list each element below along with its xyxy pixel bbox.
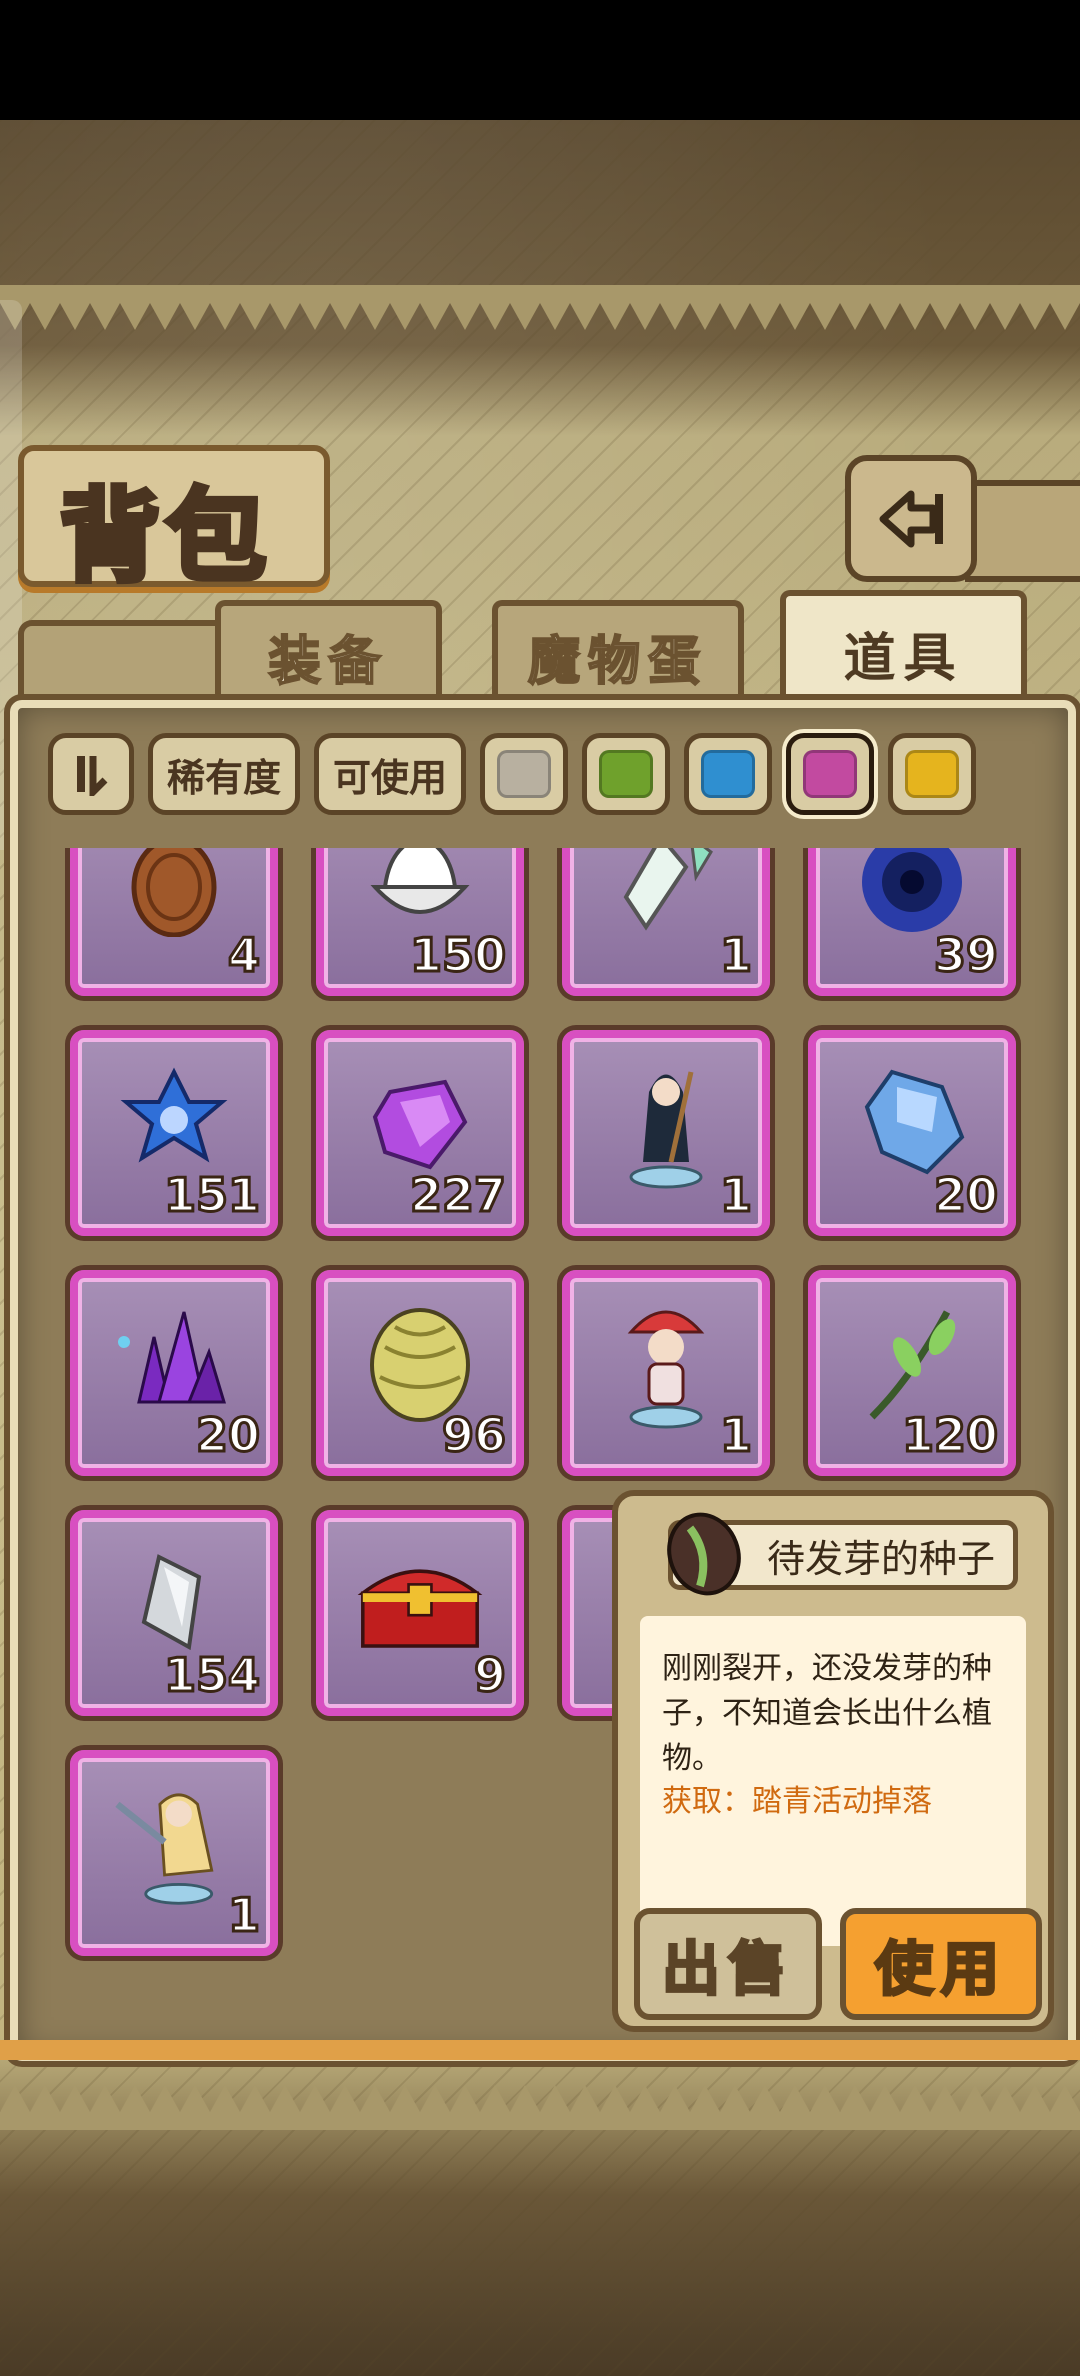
item-count: 4	[226, 927, 261, 984]
swatch-color	[497, 750, 552, 798]
use-button[interactable]: 使用	[840, 1908, 1042, 2020]
rainbow-crystal-icon	[600, 848, 732, 948]
usable-label: 可使用	[333, 755, 448, 800]
item-slot[interactable]: 96	[316, 1270, 524, 1476]
item-slot[interactable]: 39	[808, 848, 1016, 996]
item-slot[interactable]: 150	[316, 848, 524, 996]
item-slot[interactable]: 1	[562, 848, 770, 996]
item-detail-popup: 待发芽的种子 刚刚裂开，还没发芽的种子，不知道会长出什么植物。 获取：踏青活动掉…	[612, 1490, 1054, 2032]
seed-icon	[660, 1508, 748, 1600]
sort-toggle-button[interactable]	[48, 733, 134, 815]
item-count: 1	[718, 927, 753, 984]
sell-button[interactable]: 出售	[634, 1908, 822, 2020]
sword-maiden-figurine-icon	[108, 1776, 240, 1908]
item-count: 39	[932, 927, 999, 984]
return-arrow-icon	[879, 490, 943, 547]
rarity-filter-purple[interactable]	[786, 733, 875, 815]
zigzag-border-bottom	[0, 2085, 1080, 2130]
item-count: 1	[226, 1887, 261, 1944]
rarity-filter-gold[interactable]	[888, 733, 977, 815]
item-slot[interactable]: 20	[70, 1270, 278, 1476]
treasure-chest-icon	[354, 1536, 486, 1668]
usable-filter-button[interactable]: 可使用	[314, 733, 467, 815]
item-count: 150	[408, 927, 507, 984]
bronze-coin-icon	[108, 848, 240, 948]
swatch-color	[599, 750, 654, 798]
rarity-sort-button[interactable]: 稀有度	[148, 733, 301, 815]
item-count: 1	[718, 1167, 753, 1224]
sell-label: 出售	[660, 1934, 794, 2005]
witch-figurine-icon	[600, 1056, 732, 1189]
item-count: 154	[162, 1647, 261, 1704]
item-source: 获取：踏青活动掉落	[662, 1784, 932, 1819]
rarity-filter-green[interactable]	[582, 733, 671, 815]
item-slot[interactable]: 151	[70, 1030, 278, 1236]
item-slot[interactable]: 1	[70, 1750, 278, 1956]
status-bar	[0, 0, 1080, 120]
rarity-filter-gray[interactable]	[480, 733, 569, 815]
sort-toggle-icon	[77, 756, 108, 796]
item-slot[interactable]: 4	[70, 848, 278, 996]
tab-monster-egg[interactable]: 魔物蛋	[492, 600, 744, 706]
item-count: 1	[718, 1407, 753, 1464]
tab-equipment[interactable]: 装备	[215, 600, 442, 706]
back-button[interactable]	[845, 455, 977, 582]
item-name: 待发芽的种子	[766, 1536, 995, 1581]
item-count: 151	[162, 1167, 261, 1224]
item-count: 9	[472, 1647, 507, 1704]
swatch-color	[905, 750, 960, 798]
panel-bottom-strip	[0, 2040, 1080, 2060]
item-slot[interactable]: 1	[562, 1270, 770, 1476]
tab-label: 道具	[843, 628, 964, 689]
item-slot[interactable]: 20	[808, 1030, 1016, 1236]
item-description: 刚刚裂开，还没发芽的种子，不知道会长出什么植物。	[662, 1651, 992, 1776]
rarity-label: 稀有度	[167, 755, 282, 800]
rarity-filter-blue[interactable]	[684, 733, 773, 815]
item-count: 20	[932, 1167, 999, 1224]
item-slot[interactable]: 9	[316, 1510, 524, 1716]
item-count: 96	[440, 1407, 507, 1464]
item-slot[interactable]: 154	[70, 1510, 278, 1716]
filter-bar: 稀有度 可使用	[48, 733, 977, 815]
item-slot[interactable]: 120	[808, 1270, 1016, 1476]
tab-label: 装备	[267, 630, 389, 693]
tab-items[interactable]: 道具	[780, 590, 1027, 711]
item-count: 120	[900, 1407, 999, 1464]
item-slot[interactable]: 1	[562, 1030, 770, 1236]
swatch-color	[803, 750, 858, 798]
item-count: 227	[408, 1167, 507, 1224]
back-bar-extension	[965, 480, 1080, 582]
item-count: 20	[194, 1407, 261, 1464]
item-slot[interactable]: 227	[316, 1030, 524, 1236]
tab-label: 魔物蛋	[527, 630, 708, 693]
tab-blank	[18, 620, 230, 706]
zigzag-border-top	[0, 285, 1080, 330]
use-label: 使用	[873, 1934, 1007, 2005]
page-title: 背包	[57, 474, 272, 598]
mushroom-girl-figurine-icon	[600, 1296, 732, 1429]
swatch-color	[701, 750, 756, 798]
